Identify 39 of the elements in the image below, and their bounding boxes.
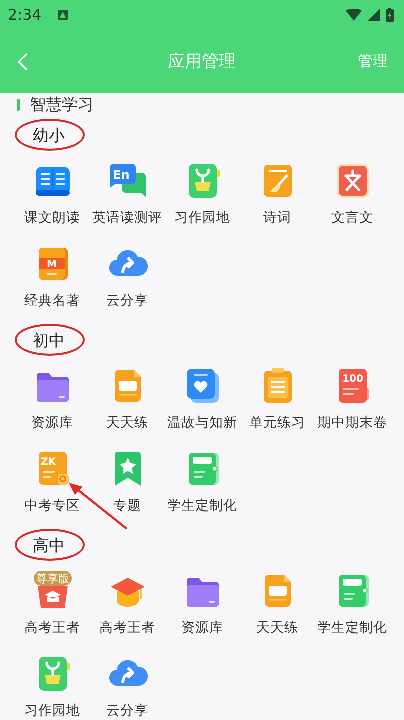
app-label: 资源库 (32, 414, 74, 432)
battery-icon (386, 8, 394, 22)
section-title: 幼小 (33, 126, 65, 146)
icon-digits: 100 (342, 374, 363, 385)
icon-letters: ZK (40, 457, 56, 468)
signal-icon (368, 9, 380, 21)
notification-icon (58, 10, 68, 20)
app-label: 专题 (114, 497, 142, 515)
accent-bar (17, 99, 20, 111)
app-label: 习作园地 (24, 702, 80, 720)
section-title: 初中 (33, 330, 65, 352)
app-label: 文言文 (332, 209, 374, 227)
app-label: 英语读测评 (92, 209, 162, 227)
app-label: 单元练习 (250, 414, 306, 432)
app-label: 云分享 (106, 292, 148, 310)
app-label: 诗词 (264, 209, 292, 227)
app-label: 学生定制化 (168, 497, 238, 515)
page-title: 应用管理 (168, 51, 236, 73)
app-label: 资源库 (182, 619, 224, 637)
app-label: 经典名著 (24, 292, 80, 310)
app-label: 云分享 (106, 702, 148, 720)
section-title: 高中 (33, 536, 65, 556)
app-label: 高考王者 (24, 619, 80, 637)
app-label: 天天练 (256, 619, 298, 637)
icon-letters: M (46, 260, 56, 270)
app-label: 学生定制化 (318, 619, 388, 637)
wifi-icon (346, 9, 362, 21)
status-time: 2:34 (8, 6, 42, 24)
app-label: 天天练 (106, 414, 148, 432)
category-title: 智慧学习 (30, 94, 94, 116)
app-label: 中考专区 (24, 497, 80, 515)
badge-text: 尊享版 (36, 572, 69, 586)
manage-button[interactable]: 管理 (354, 48, 392, 75)
app-label: 温故与知新 (168, 414, 238, 432)
app-label: 习作园地 (174, 209, 230, 227)
icon-letters: En (112, 168, 130, 182)
app-label: 期中期末卷 (318, 414, 388, 432)
app-label: 课文朗读 (24, 209, 80, 227)
app-label: 高考王者 (100, 619, 156, 637)
